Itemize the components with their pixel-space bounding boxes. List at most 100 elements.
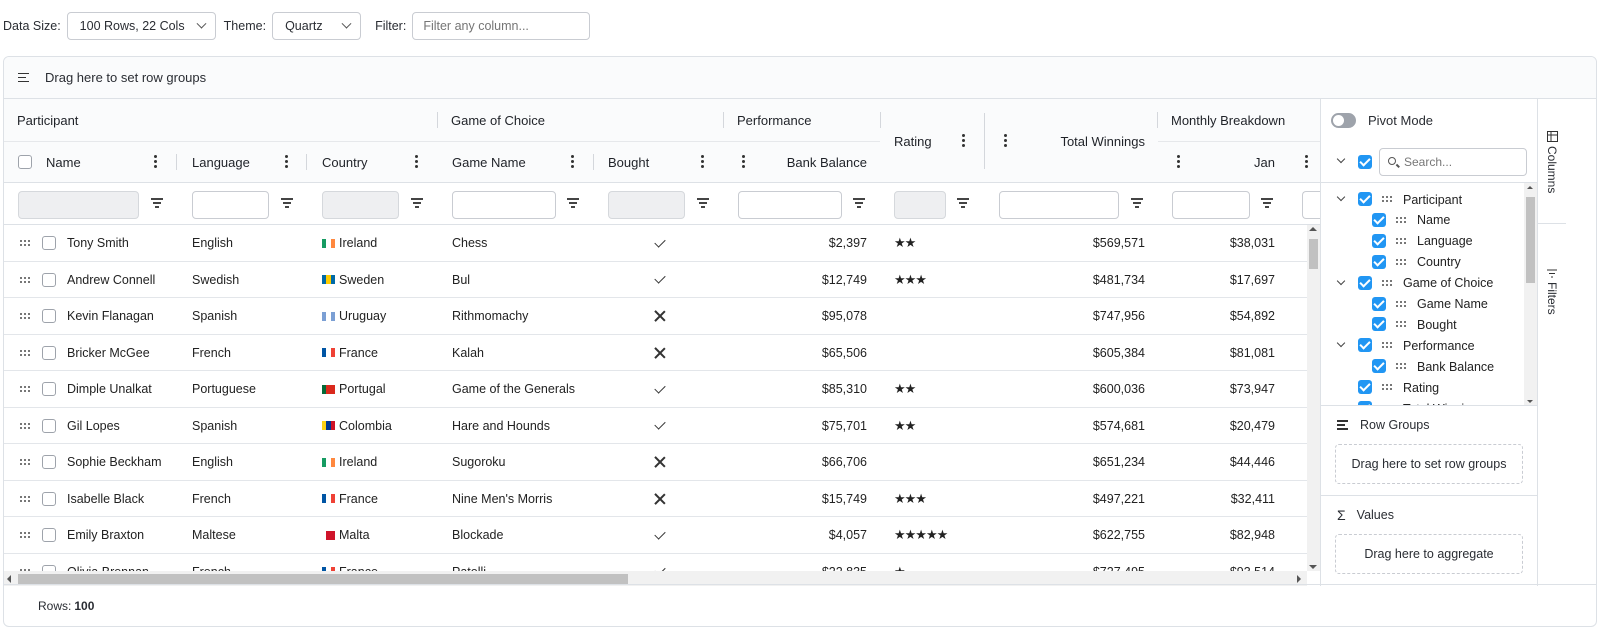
row-checkbox[interactable]: [42, 272, 56, 287]
table-row[interactable]: Olivia Brennan French France Patolli $22,835…: [4, 554, 1307, 571]
total-winnings-filter-input[interactable]: [999, 191, 1119, 219]
table-row[interactable]: Gil Lopes Spanish Colombia Hare and Hounds $…: [4, 408, 1307, 444]
drag-handle-icon[interactable]: [1382, 342, 1392, 349]
row-group-drop-zone[interactable]: Drag here to set row groups: [4, 57, 1596, 99]
row-drag-handle-icon[interactable]: [20, 276, 30, 284]
chevron-down-icon[interactable]: [1336, 276, 1346, 285]
column-search-input[interactable]: Search...: [1379, 148, 1527, 176]
column-header-total-winnings[interactable]: Total Winnings: [1014, 120, 1145, 162]
column-item[interactable]: Bought: [1321, 314, 1521, 335]
column-item[interactable]: Name: [1321, 210, 1521, 231]
scroll-up-icon[interactable]: [1527, 186, 1533, 189]
column-menu-icon[interactable]: [415, 155, 418, 168]
tab-filters[interactable]: Filters: [1538, 264, 1566, 319]
column-header-bought[interactable]: Bought: [595, 141, 649, 183]
row-checkbox[interactable]: [42, 455, 56, 469]
filter-icon[interactable]: [567, 198, 579, 208]
bank-balance-filter-input[interactable]: [738, 191, 842, 219]
column-menu-icon[interactable]: [1177, 155, 1180, 168]
drag-handle-icon[interactable]: [1396, 363, 1406, 370]
filter-icon[interactable]: [853, 198, 865, 208]
column-menu-icon[interactable]: [154, 155, 157, 168]
row-checkbox[interactable]: [42, 382, 56, 396]
scroll-up-icon[interactable]: [1309, 227, 1317, 231]
column-checkbox[interactable]: [1372, 254, 1386, 269]
table-row[interactable]: Andrew Connell Swedish Sweden Bul $12,749 ★★★…: [4, 262, 1307, 298]
row-drag-handle-icon[interactable]: [20, 349, 30, 357]
values-drop-zone[interactable]: Drag here to aggregate: [1335, 534, 1523, 574]
column-menu-icon[interactable]: [962, 134, 965, 147]
scroll-right-icon[interactable]: [1297, 575, 1301, 583]
column-item[interactable]: Rating: [1321, 377, 1521, 398]
column-header-country[interactable]: Country: [309, 141, 368, 183]
row-drag-handle-icon[interactable]: [20, 313, 30, 320]
chevron-down-icon[interactable]: [1336, 192, 1346, 202]
column-checkbox[interactable]: [1372, 359, 1386, 374]
column-checkbox[interactable]: [1358, 192, 1372, 206]
vertical-scroll-thumb[interactable]: [1309, 239, 1318, 269]
row-drag-handle-icon[interactable]: [20, 386, 30, 393]
row-drag-handle-icon[interactable]: [20, 532, 30, 539]
row-drag-handle-icon[interactable]: [20, 422, 30, 430]
vertical-scrollbar[interactable]: [1307, 225, 1320, 571]
column-header-bank-balance[interactable]: Bank Balance: [754, 141, 867, 183]
column-checkbox[interactable]: [1372, 212, 1386, 227]
column-item[interactable]: Bank Balance: [1321, 356, 1521, 377]
filter-icon[interactable]: [957, 198, 969, 208]
column-menu-icon[interactable]: [742, 155, 745, 168]
table-row[interactable]: Isabelle Black French France Nine Men's Mor…: [4, 481, 1307, 517]
row-checkbox[interactable]: [42, 491, 56, 506]
column-item[interactable]: Game Name: [1321, 294, 1521, 315]
column-list-scrollbar[interactable]: [1524, 183, 1537, 405]
select-all-checkbox[interactable]: [18, 155, 32, 169]
select-all-columns-checkbox[interactable]: [1358, 155, 1372, 169]
drag-handle-icon[interactable]: [1382, 196, 1392, 203]
row-checkbox[interactable]: [42, 236, 56, 250]
table-row[interactable]: Kevin Flanagan Spanish Uruguay Rithmomachy $…: [4, 298, 1307, 335]
drag-handle-icon[interactable]: [1396, 237, 1406, 245]
jan-filter-input[interactable]: [1172, 191, 1250, 219]
column-checkbox[interactable]: [1358, 338, 1372, 353]
column-checkbox[interactable]: [1358, 380, 1372, 395]
column-group-item[interactable]: Performance: [1321, 335, 1521, 356]
column-menu-icon[interactable]: [1305, 155, 1308, 168]
filter-icon[interactable]: [281, 198, 293, 208]
drag-handle-icon[interactable]: [1396, 258, 1406, 266]
table-row[interactable]: Bricker McGee French France Kalah $65,506 $60…: [4, 335, 1307, 371]
row-checkbox[interactable]: [42, 418, 56, 433]
column-group-item[interactable]: Participant: [1321, 189, 1521, 210]
scroll-left-icon[interactable]: [7, 575, 11, 583]
scroll-down-icon[interactable]: [1309, 565, 1317, 569]
row-groups-drop-zone[interactable]: Drag here to set row groups: [1335, 444, 1523, 484]
row-checkbox[interactable]: [42, 345, 56, 360]
column-checkbox[interactable]: [1372, 233, 1386, 248]
row-drag-handle-icon[interactable]: [20, 240, 30, 247]
column-item[interactable]: Total Winnings: [1321, 398, 1521, 405]
row-drag-handle-icon[interactable]: [20, 495, 30, 503]
pivot-mode-toggle[interactable]: [1331, 112, 1356, 128]
column-menu-icon[interactable]: [285, 155, 288, 168]
filter-icon[interactable]: [151, 198, 163, 208]
horizontal-scroll-thumb[interactable]: [18, 574, 628, 584]
column-list-scroll-thumb[interactable]: [1526, 197, 1535, 283]
drag-handle-icon[interactable]: [1396, 321, 1406, 328]
column-menu-icon[interactable]: [1004, 134, 1007, 147]
drag-handle-icon[interactable]: [1382, 384, 1392, 391]
column-item[interactable]: Country: [1321, 252, 1521, 273]
filter-icon[interactable]: [697, 198, 709, 208]
column-header-jan[interactable]: Jan: [1194, 141, 1275, 183]
game-name-filter-input[interactable]: [452, 191, 556, 219]
row-checkbox[interactable]: [42, 528, 56, 542]
drag-handle-icon[interactable]: [1396, 216, 1406, 224]
quick-filter-input[interactable]: [412, 12, 591, 40]
drag-handle-icon[interactable]: [1396, 300, 1406, 308]
column-menu-icon[interactable]: [701, 155, 704, 168]
column-header-language[interactable]: Language: [179, 141, 250, 183]
column-header-name[interactable]: Name: [33, 141, 81, 183]
data-size-select[interactable]: 100 Rows, 22 Cols: [66, 12, 216, 40]
column-checkbox[interactable]: [1372, 296, 1386, 311]
row-checkbox[interactable]: [42, 309, 56, 323]
table-row[interactable]: Dimple Unalkat Portuguese Portugal Game of …: [4, 371, 1307, 408]
scroll-down-icon[interactable]: [1527, 400, 1533, 403]
table-row[interactable]: Sophie Beckham English Ireland Sugoroku $66,…: [4, 444, 1307, 481]
